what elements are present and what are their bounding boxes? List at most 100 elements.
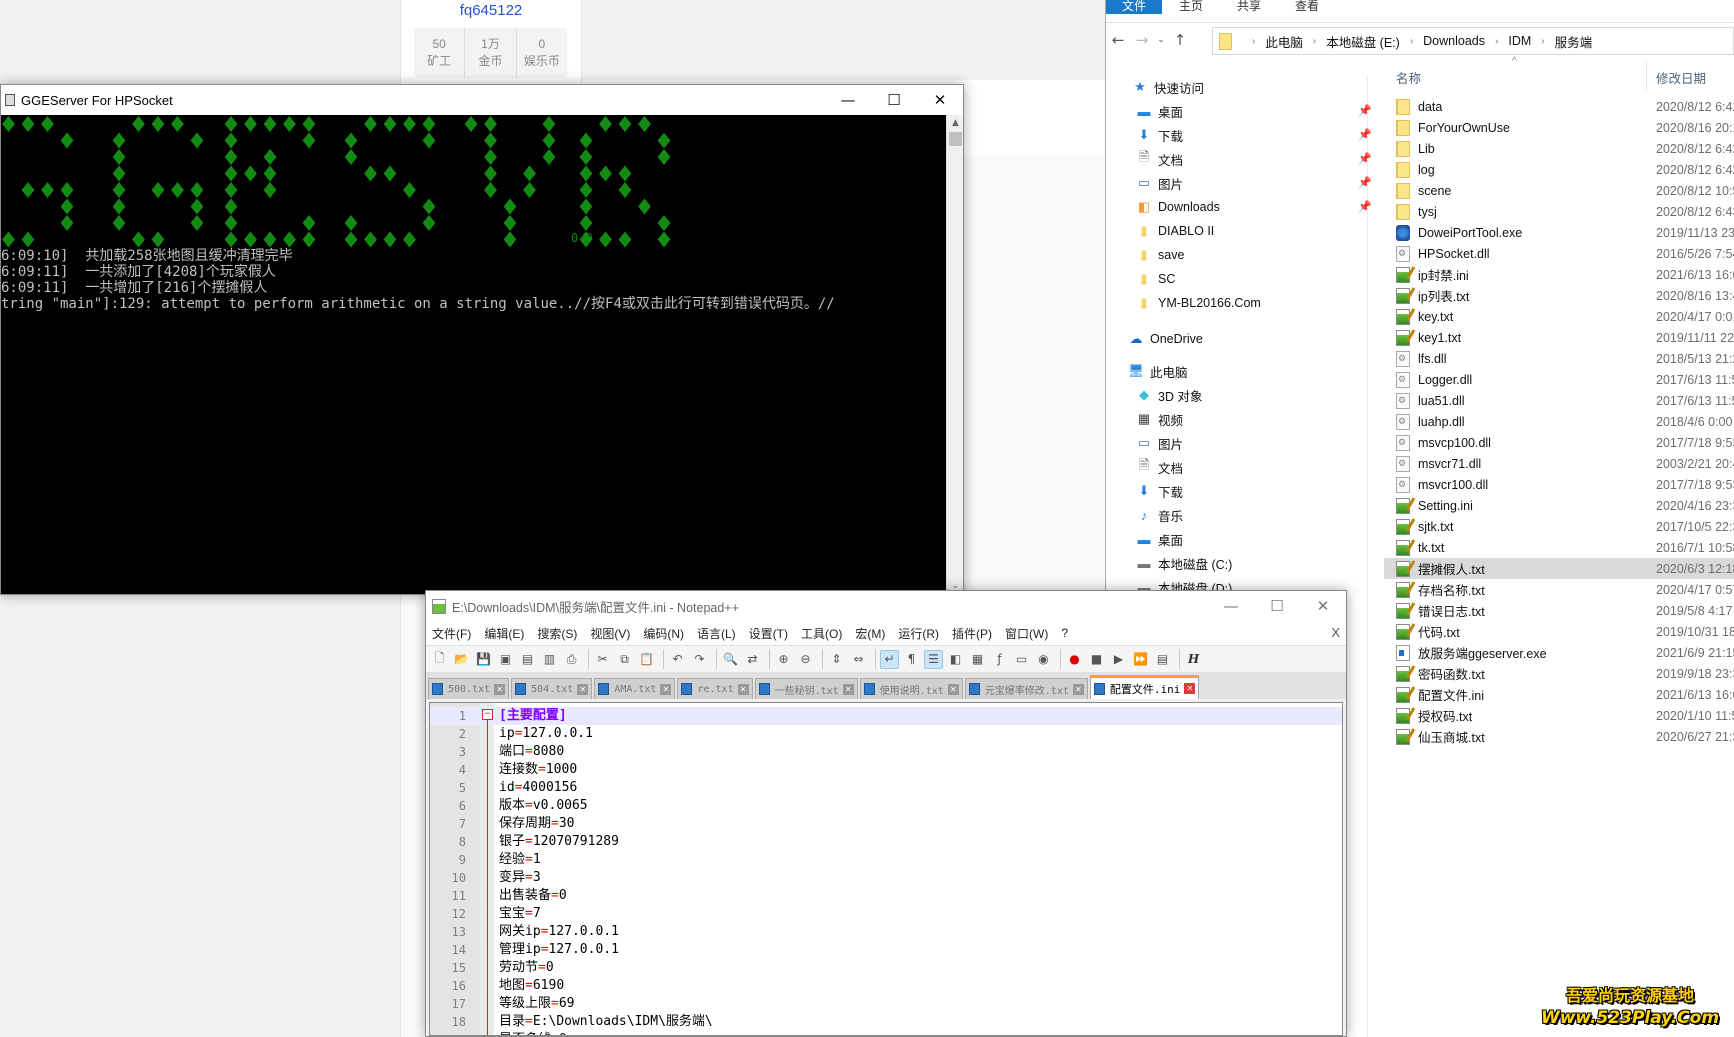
word-wrap-icon[interactable]: ↵	[880, 649, 899, 669]
sync-vertical-icon[interactable]: ⇕	[827, 650, 846, 669]
file-row[interactable]: tysj 2020/8/12 6:43	[1384, 201, 1734, 222]
up-arrow-icon[interactable]: ↑	[1168, 31, 1192, 49]
menu-item[interactable]: ?	[1061, 626, 1068, 640]
file-row[interactable]: key1.txt 2019/11/11 22	[1384, 327, 1734, 348]
menu-item[interactable]: 语言(L)	[697, 625, 736, 642]
nav-item[interactable]: ▦ 视频	[1136, 408, 1183, 430]
copy-icon[interactable]: ⧉	[615, 650, 634, 669]
file-tab[interactable]: re.txt ✕	[677, 678, 753, 699]
redo-icon[interactable]: ↷	[690, 650, 709, 669]
address-bar[interactable]: › 此电脑 › 本地磁盘 (E:) › Downloads › IDM › 服务…	[1212, 27, 1734, 55]
code-line[interactable]: 19 是否多线=0	[430, 1031, 1342, 1035]
pin-icon[interactable]: 📌	[1358, 200, 1372, 213]
paste-icon[interactable]: 📋	[637, 650, 656, 669]
npp-title-bar[interactable]: E:\Downloads\IDM\服务端\配置文件.ini - Notepad+…	[426, 591, 1346, 621]
code-line[interactable]: 5 id=4000156	[430, 779, 1342, 797]
nav-item[interactable]: ◆ 3D 对象	[1136, 384, 1202, 406]
file-row[interactable]: HPSocket.dll 2016/5/26 7:54	[1384, 243, 1734, 264]
file-row[interactable]: tk.txt 2016/7/1 10:58	[1384, 537, 1734, 558]
code-line[interactable]: 8 银子=12070791289	[430, 833, 1342, 851]
console-output[interactable]: 0.9 6:09:10] 共加载258张地图且缓冲清理完毕 6:09:11] 一…	[1, 115, 947, 594]
fold-collapse-icon[interactable]: −	[482, 709, 493, 720]
code-line[interactable]: 10 变异=3	[430, 869, 1342, 887]
menu-item[interactable]: 工具(O)	[801, 625, 842, 642]
file-row[interactable]: msvcp100.dll 2017/7/18 9:53	[1384, 432, 1734, 453]
scroll-thumb[interactable]	[949, 132, 962, 146]
breadcrumb-this-pc[interactable]: 此电脑	[1265, 32, 1303, 51]
nav-item[interactable]: ▮ DIABLO II	[1136, 220, 1214, 242]
close-button[interactable]: ✕	[1300, 591, 1346, 621]
breadcrumb-downloads[interactable]: Downloads	[1423, 34, 1485, 48]
close-button[interactable]: ✕	[917, 85, 963, 115]
file-row[interactable]: log 2020/8/12 6:42	[1384, 159, 1734, 180]
file-row[interactable]: 仙玉商城.txt 2020/6/27 21:3	[1384, 726, 1734, 747]
pin-icon[interactable]: 📌	[1358, 128, 1372, 141]
maximize-button[interactable]: ☐	[1254, 591, 1300, 621]
file-row[interactable]: 代码.txt 2019/10/31 18	[1384, 621, 1734, 642]
save-macro-icon[interactable]: ▤	[1153, 650, 1172, 669]
file-row[interactable]: luahp.dll 2018/4/6 0:00	[1384, 411, 1734, 432]
pin-icon[interactable]: 📌	[1358, 104, 1372, 117]
breadcrumb-idm[interactable]: IDM	[1508, 34, 1531, 48]
cut-icon[interactable]: ✂	[593, 650, 612, 669]
nav-item[interactable]: ▭ 图片	[1136, 432, 1183, 454]
file-tab[interactable]: 500.txt ✕	[428, 678, 510, 699]
recent-dropdown-icon[interactable]: ⌄	[1154, 35, 1168, 45]
code-line[interactable]: 7 保存周期=30	[430, 815, 1342, 833]
udl-icon[interactable]: ◧	[946, 650, 965, 669]
code-line[interactable]: 12 宝宝=7	[430, 905, 1342, 923]
undo-icon[interactable]: ↶	[668, 650, 687, 669]
nav-item[interactable]: ▬ 桌面	[1136, 528, 1184, 550]
close-all-icon[interactable]: ▥	[540, 650, 559, 669]
zoom-out-icon[interactable]: ⊖	[796, 650, 815, 669]
console-title-bar[interactable]: GGEServer For HPSocket — ☐ ✕	[1, 85, 963, 115]
print-icon[interactable]: ⎙	[562, 650, 581, 669]
close-tab-icon[interactable]: ✕	[947, 683, 959, 695]
code-line[interactable]: 13 网关ip=127.0.0.1	[430, 923, 1342, 941]
file-tab[interactable]: 504.txt ✕	[511, 678, 593, 699]
pin-icon[interactable]: 📌	[1358, 152, 1372, 165]
file-row[interactable]: lfs.dll 2018/5/13 21:2	[1384, 348, 1734, 369]
file-tab[interactable]: 使用说明.txt ✕	[859, 678, 963, 699]
code-line[interactable]: 6 版本=v0.0065	[430, 797, 1342, 815]
nav-item[interactable]: ◧ Downloads	[1136, 196, 1220, 218]
code-line[interactable]: 3 端口=8080	[430, 743, 1342, 761]
column-divider[interactable]	[1646, 62, 1647, 90]
file-row[interactable]: 配置文件.ini 2021/6/13 16:0	[1384, 684, 1734, 705]
nav-item[interactable]: 🗎 文档	[1136, 148, 1183, 170]
file-row[interactable]: 错误日志.txt 2019/5/8 4:17	[1384, 600, 1734, 621]
file-row[interactable]: ForYourOwnUse 2020/8/16 20:1	[1384, 117, 1734, 138]
show-all-chars-icon[interactable]: ¶	[902, 650, 921, 669]
file-row[interactable]: ip列表.txt 2020/8/16 13:4	[1384, 285, 1734, 306]
column-name[interactable]: 名称	[1396, 68, 1421, 87]
nav-item[interactable]: ▮ YM-BL20166.Com	[1136, 292, 1260, 314]
code-line[interactable]: 17 等级上限=69	[430, 995, 1342, 1013]
menu-item[interactable]: 编码(N)	[643, 625, 684, 642]
code-line[interactable]: 18 目录=E:\Downloads\IDM\服务端\	[430, 1013, 1342, 1031]
file-row[interactable]: msvcr100.dll 2017/7/18 9:53	[1384, 474, 1734, 495]
file-row[interactable]: data 2020/8/12 6:42	[1384, 96, 1734, 117]
forward-arrow-icon[interactable]: →	[1130, 31, 1154, 49]
menu-item[interactable]: 文件(F)	[432, 625, 471, 642]
close-document-button[interactable]: X	[1331, 625, 1340, 640]
file-tab[interactable]: 配置文件.ini ✕	[1089, 675, 1200, 699]
code-line[interactable]: 9 经验=1	[430, 851, 1342, 869]
ribbon-tab-file[interactable]: 文件	[1106, 0, 1162, 14]
close-tab-icon[interactable]: ✕	[737, 683, 749, 695]
folder-workspace-icon[interactable]: ▭	[1012, 650, 1031, 669]
close-file-icon[interactable]: ▤	[518, 650, 537, 669]
code-line[interactable]: 2 ip=127.0.0.1	[430, 725, 1342, 743]
menu-item[interactable]: 宏(M)	[855, 625, 885, 642]
back-arrow-icon[interactable]: ←	[1106, 31, 1130, 49]
file-tab[interactable]: 一些秘钥.txt ✕	[754, 678, 858, 699]
breadcrumb-server[interactable]: 服务端	[1555, 32, 1593, 51]
close-tab-icon[interactable]: ✕	[494, 683, 506, 695]
file-row[interactable]: Logger.dll 2017/6/13 11:5	[1384, 369, 1734, 390]
close-tab-icon[interactable]: ✕	[1184, 683, 1196, 694]
file-row[interactable]: 放服务端ggeserver.exe 2021/6/9 21:15	[1384, 642, 1734, 663]
nav-item[interactable]: ⬇ 下载	[1136, 480, 1183, 502]
nav-item[interactable]: ▮ save	[1136, 244, 1184, 266]
file-row[interactable]: scene 2020/8/12 10:5	[1384, 180, 1734, 201]
username-link[interactable]: fq645122	[400, 2, 582, 19]
file-row[interactable]: sjtk.txt 2017/10/5 22:3	[1384, 516, 1734, 537]
